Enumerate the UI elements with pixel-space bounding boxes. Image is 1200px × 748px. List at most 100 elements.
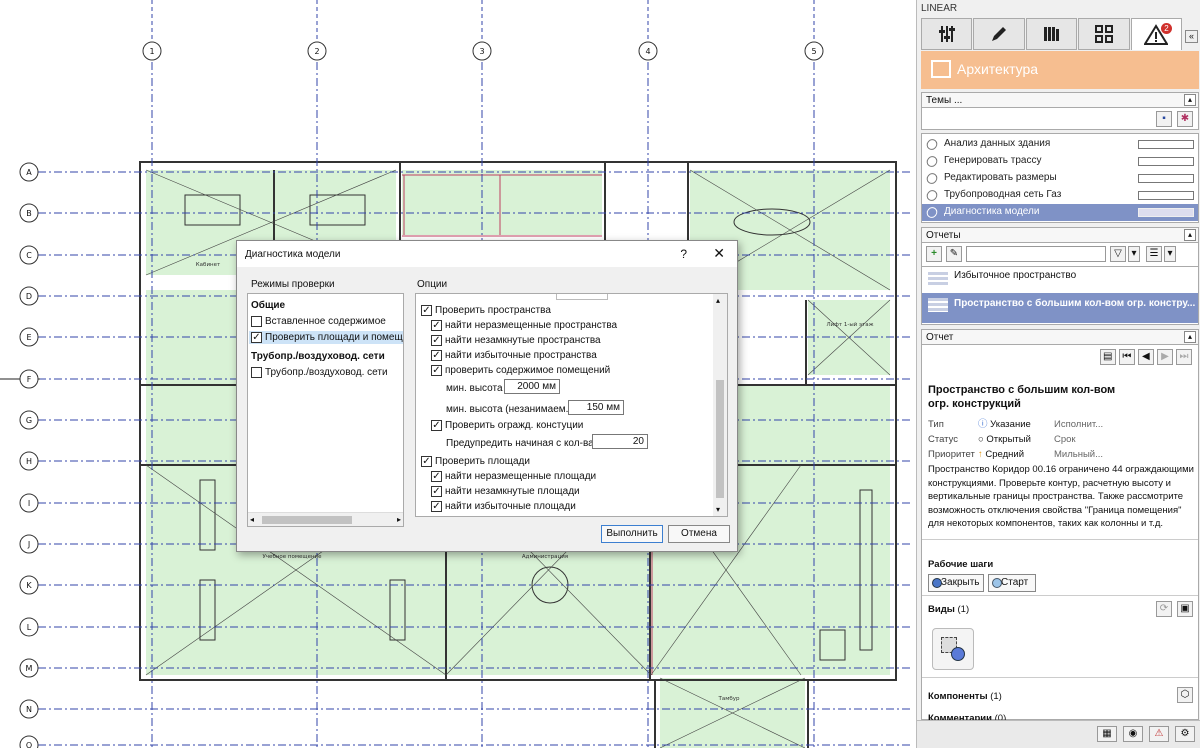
grid-row-label: M [26, 664, 33, 673]
room-label: Лифт 1-ый этаж [826, 321, 873, 328]
collapse-section-icon[interactable]: ▴ [1184, 229, 1196, 241]
min-height-free-input[interactable]: 150 мм [568, 400, 624, 415]
report-item-selected[interactable]: Пространство с большим кол-вом огр. конс… [922, 293, 1198, 323]
building-icon[interactable]: ▦ [1097, 726, 1117, 742]
option-unclosed-areas[interactable]: ✓ найти незамкнутые площади [431, 486, 580, 497]
checkbox-checked[interactable]: ✓ [431, 365, 442, 376]
checkbox-checked[interactable]: ✓ [431, 320, 442, 331]
warning-filter-icon[interactable]: ⚠ [1149, 726, 1169, 742]
checkbox-checked[interactable]: ✓ [431, 350, 442, 361]
reports-header[interactable]: Отчеты ▴ [921, 227, 1199, 243]
checkbox-checked[interactable]: ✓ [431, 501, 442, 512]
check-spaces[interactable]: ✓ Проверить пространства [421, 305, 551, 316]
camera-icon[interactable]: ▣ [1177, 601, 1193, 617]
circle-icon [932, 578, 942, 588]
topic-item[interactable]: Редактировать размеры [922, 170, 1198, 187]
pencil-icon[interactable] [973, 18, 1025, 50]
arrow-up-icon: ↑ [978, 449, 983, 460]
report-filter-input[interactable] [966, 246, 1106, 262]
save-icon[interactable]: ▪ [1156, 111, 1172, 127]
option-room-contents[interactable]: ✓ проверить содержимое помещений [431, 365, 610, 376]
last-icon[interactable]: ⏭ [1176, 349, 1192, 365]
horizontal-scrollbar[interactable]: ◂ ▸ [248, 512, 403, 526]
option-unplaced-areas[interactable]: ✓ найти неразмещенные площади [431, 471, 596, 482]
cancel-button[interactable]: Отмена [668, 525, 730, 543]
report-header[interactable]: Отчет ▴ [921, 329, 1199, 345]
checkbox-checked[interactable]: ✓ [421, 305, 432, 316]
grid-row-label: F [27, 375, 32, 384]
warning-icon[interactable]: 2 [1130, 18, 1183, 50]
topic-item[interactable]: Анализ данных здания [922, 136, 1198, 153]
warn-count-input[interactable]: 20 [592, 434, 648, 449]
checkbox[interactable] [251, 367, 262, 378]
mode-embedded[interactable]: Вставленное содержимое [251, 316, 386, 327]
mode-pipes[interactable]: Трубопр./воздуховод. сети [251, 367, 388, 378]
mode-areas-rooms[interactable]: ✓Проверить площади и помещения [249, 331, 403, 345]
check-walls[interactable]: ✓ Проверить огражд. констуции [431, 420, 583, 431]
first-icon[interactable]: ⏮ [1118, 349, 1135, 365]
option-unplaced-spaces[interactable]: ✓ найти неразмещенные пространства [431, 320, 617, 331]
vertical-scrollbar[interactable]: ▴ ▾ [713, 294, 727, 516]
grid-row-label: O [26, 741, 32, 748]
checkbox-checked[interactable]: ✓ [431, 420, 442, 431]
topic-label: Трубопроводная сеть Газ [944, 189, 1062, 200]
checkbox-checked[interactable]: ✓ [431, 486, 442, 497]
next-icon[interactable]: ▶ [1156, 349, 1173, 365]
option-redundant-spaces[interactable]: ✓ найти избыточные пространства [431, 350, 597, 361]
filter-icon[interactable]: ▽ [1110, 246, 1126, 262]
sort-icon[interactable]: ☰ [1146, 246, 1162, 262]
collapse-button[interactable]: « [1185, 30, 1198, 43]
options-list: ✓ Проверить пространства ✓ найти неразмеще… [415, 293, 728, 517]
group-pipes: Трубопр./воздуховод. сети [251, 351, 385, 362]
prev-icon[interactable]: ◀ [1137, 349, 1154, 365]
view-thumbnail[interactable] [932, 628, 974, 670]
check-areas[interactable]: ✓ Проверить площади [421, 456, 530, 467]
grid-icon[interactable] [1078, 18, 1130, 50]
cube-icon[interactable]: ⬡ [1177, 687, 1193, 703]
reports-list: Избыточное пространство Пространство с б… [921, 267, 1199, 325]
help-icon[interactable]: ? [680, 247, 687, 261]
sliders-icon[interactable] [921, 18, 973, 50]
grid-col-label: 2 [314, 47, 319, 56]
warning-count-badge: 2 [1161, 23, 1173, 34]
close-step-button[interactable]: Закрыть [928, 574, 984, 592]
chevron-down-icon[interactable]: ▾ [1164, 246, 1176, 262]
topic-label: Диагностика модели [944, 206, 1040, 217]
gear-icon[interactable]: ⚙ [1175, 726, 1195, 742]
checkbox-checked[interactable]: ✓ [251, 332, 262, 343]
add-icon[interactable]: + [926, 246, 942, 262]
topics-toolbar: ▪ ✱ [921, 108, 1199, 130]
options-label: Опции [417, 279, 448, 290]
option-redundant-areas[interactable]: ✓ найти избыточные площади [431, 501, 576, 512]
refresh-icon[interactable]: ⟳ [1156, 601, 1172, 617]
collapse-section-icon[interactable]: ▴ [1184, 94, 1196, 106]
eyedropper-icon[interactable]: ✎ [946, 246, 962, 262]
grid-row-label: C [26, 251, 32, 260]
room-label: Учебное помещение [262, 554, 322, 560]
topic-item[interactable]: Генерировать трассу [922, 153, 1198, 170]
library-icon[interactable] [1025, 18, 1078, 50]
report-item[interactable]: Избыточное пространство [922, 267, 1198, 293]
priority-value: ↑ Средний [978, 447, 1024, 462]
chevron-down-icon[interactable]: ▾ [1128, 246, 1140, 262]
check-modes-list: Общие Вставленное содержимое ✓ Проверить … [247, 293, 404, 527]
topic-item-selected[interactable]: Диагностика модели [922, 204, 1198, 221]
option-unclosed-spaces[interactable]: ✓ найти незамкнутые пространства [431, 335, 601, 346]
run-button[interactable]: Выполнить [601, 525, 663, 543]
report-label: Пространство с большим кол-вом огр. конс… [954, 298, 1196, 309]
checkbox[interactable] [251, 316, 262, 327]
checkbox-checked[interactable]: ✓ [421, 456, 432, 467]
settings-icon[interactable]: ✱ [1177, 111, 1193, 127]
report-icon[interactable]: ▤ [1099, 349, 1116, 365]
eye-icon[interactable]: ◉ [1123, 726, 1143, 742]
collapse-section-icon[interactable]: ▴ [1184, 331, 1196, 343]
min-height-input[interactable]: 2000 мм [504, 379, 560, 394]
checkbox-checked[interactable]: ✓ [431, 471, 442, 482]
progress-bar [1138, 208, 1194, 217]
topic-item[interactable]: Трубопроводная сеть Газ [922, 187, 1198, 204]
close-icon[interactable]: ✕ [713, 245, 725, 262]
start-step-button[interactable]: Старт [988, 574, 1036, 592]
checkbox-checked[interactable]: ✓ [431, 335, 442, 346]
topics-header[interactable]: Темы ... ▴ [921, 92, 1199, 108]
discipline-banner: Архитектура [921, 51, 1199, 89]
